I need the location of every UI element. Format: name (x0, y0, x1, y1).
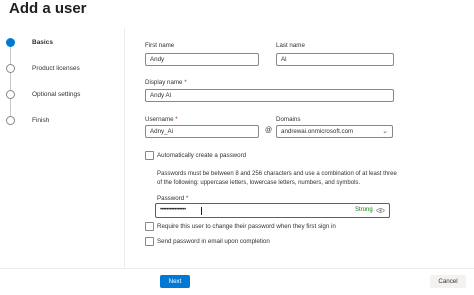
password-strength-indicator: Strong (355, 207, 373, 213)
step-dot-icon (6, 64, 15, 73)
next-button[interactable]: Next (160, 275, 190, 288)
step-optional-settings[interactable]: Optional settings (0, 89, 120, 103)
step-dot-icon (6, 116, 15, 125)
show-password-eye-icon[interactable] (376, 207, 385, 214)
auto-password-label: Automatically create a password (157, 152, 247, 159)
password-input[interactable]: •••••••••••••••• Strong (155, 203, 390, 218)
required-mark: * (185, 195, 189, 202)
domains-selected-value: andrewai.onmicrosoft.com (281, 128, 354, 135)
display-name-input[interactable] (145, 89, 394, 102)
step-label: Basics (32, 39, 53, 46)
require-change-checkbox[interactable] (145, 222, 154, 231)
username-label-text: Username (145, 116, 174, 123)
step-dot-icon (6, 90, 15, 99)
password-masked-value: •••••••••••••••• (160, 207, 186, 213)
step-active-dot-icon (6, 38, 15, 47)
first-name-label: First name (145, 42, 175, 49)
first-name-input[interactable] (145, 53, 259, 66)
text-caret (201, 207, 202, 215)
required-mark: * (184, 79, 187, 86)
step-finish[interactable]: Finish (0, 115, 120, 129)
username-label: Username * (145, 116, 178, 124)
page-title: Add a user (9, 0, 87, 17)
password-requirements-text: Passwords must be between 8 and 256 char… (157, 171, 397, 186)
step-label: Optional settings (32, 91, 81, 98)
last-name-label: Last name (276, 42, 305, 49)
require-change-label: Require this user to change their passwo… (157, 223, 336, 230)
send-email-checkbox[interactable] (145, 237, 154, 246)
send-email-label: Send password in email upon completion (157, 238, 270, 245)
domains-dropdown[interactable]: andrewai.onmicrosoft.com ⌄ (276, 125, 393, 138)
auto-password-checkbox[interactable] (145, 151, 154, 160)
display-name-label: Display name * (145, 79, 187, 87)
required-mark: * (175, 116, 178, 123)
username-input[interactable] (145, 125, 259, 138)
domains-label: Domains (276, 116, 301, 123)
last-name-input[interactable] (276, 53, 394, 66)
password-label-text: Password (157, 195, 185, 202)
step-product-licenses[interactable]: Product licenses (0, 63, 120, 77)
display-name-label-text: Display name (145, 79, 183, 86)
cancel-button[interactable]: Cancel (430, 275, 466, 288)
wizard-steps: Basics Product licenses Optional setting… (0, 30, 122, 266)
footer-divider (0, 268, 474, 269)
divider (124, 28, 125, 268)
step-label: Product licenses (32, 65, 80, 72)
at-symbol: @ (265, 127, 273, 134)
step-basics[interactable]: Basics (0, 37, 120, 51)
chevron-down-icon: ⌄ (382, 128, 388, 135)
step-label: Finish (32, 117, 50, 124)
password-label: Password * (157, 195, 188, 203)
